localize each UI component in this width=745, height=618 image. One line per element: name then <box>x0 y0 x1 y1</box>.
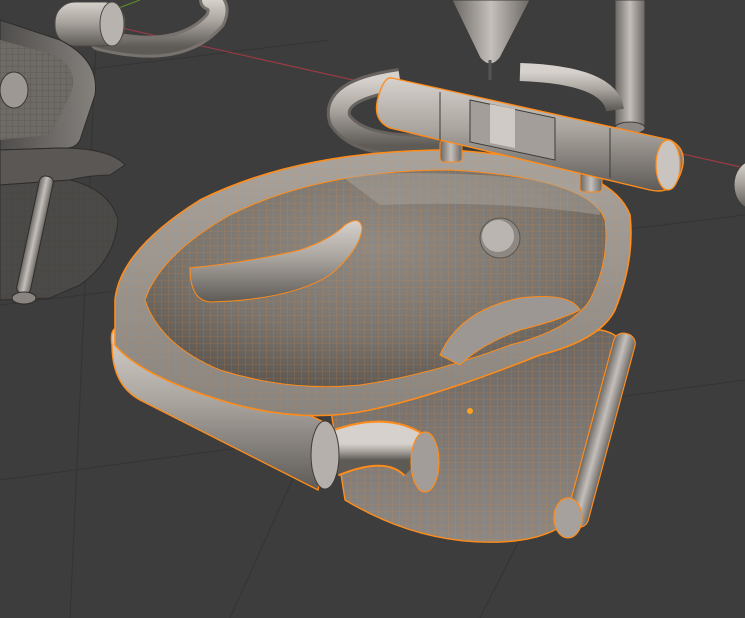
viewport-canvas[interactable] <box>0 0 745 618</box>
object-origin-dot <box>467 408 473 414</box>
blender-3d-viewport[interactable] <box>0 0 745 618</box>
left-basin[interactable] <box>0 19 126 305</box>
drain[interactable] <box>479 217 521 259</box>
